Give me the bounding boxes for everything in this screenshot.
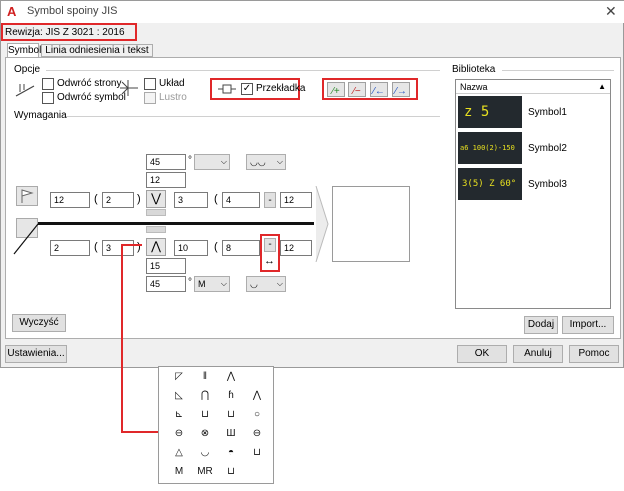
palette-symbol-icon[interactable]: △ (169, 445, 189, 461)
palette-symbol-icon[interactable]: ‖ (195, 369, 215, 385)
palette-symbol-icon[interactable]: M (169, 464, 189, 480)
palette-symbol-icon[interactable]: ⊔ (247, 445, 267, 461)
palette-symbol-icon[interactable]: ○ (247, 407, 267, 423)
callout-connector (121, 244, 160, 433)
palette-symbol-icon[interactable]: ◺ (169, 388, 189, 404)
weld-symbol-palette: ◸ ‖ ⋀ ◺ ⋂ ɦ ⋀ ⊾ ⊔ ⊔ ○ ⊖ ⊗ Ш ⊖ △ ◡ ◓ ⊔ M MR ⊔ (158, 366, 274, 484)
palette-symbol-icon[interactable] (247, 464, 267, 480)
palette-symbol-icon[interactable]: ⋀ (247, 388, 267, 404)
palette-symbol-icon[interactable] (247, 369, 267, 385)
palette-symbol-icon[interactable]: ⊔ (221, 464, 241, 480)
palette-symbol-icon[interactable]: ⊔ (221, 407, 241, 423)
palette-symbol-icon[interactable]: ⋂ (195, 388, 215, 404)
palette-symbol-icon[interactable]: ⊖ (169, 426, 189, 442)
palette-symbol-icon[interactable]: ◸ (169, 369, 189, 385)
palette-symbol-icon[interactable]: ⊖ (247, 426, 267, 442)
palette-symbol-icon[interactable]: Ш (221, 426, 241, 442)
palette-symbol-icon[interactable]: ⊔ (195, 407, 215, 423)
palette-symbol-icon[interactable]: ⋀ (221, 369, 241, 385)
palette-symbol-icon[interactable]: ⊗ (195, 426, 215, 442)
palette-symbol-icon[interactable]: MR (195, 464, 215, 480)
palette-symbol-icon[interactable]: ◡ (195, 445, 215, 461)
palette-symbol-icon[interactable]: ◓ (221, 445, 241, 461)
palette-symbol-icon[interactable]: ⊾ (169, 407, 189, 423)
palette-symbol-icon[interactable]: ɦ (221, 388, 241, 404)
